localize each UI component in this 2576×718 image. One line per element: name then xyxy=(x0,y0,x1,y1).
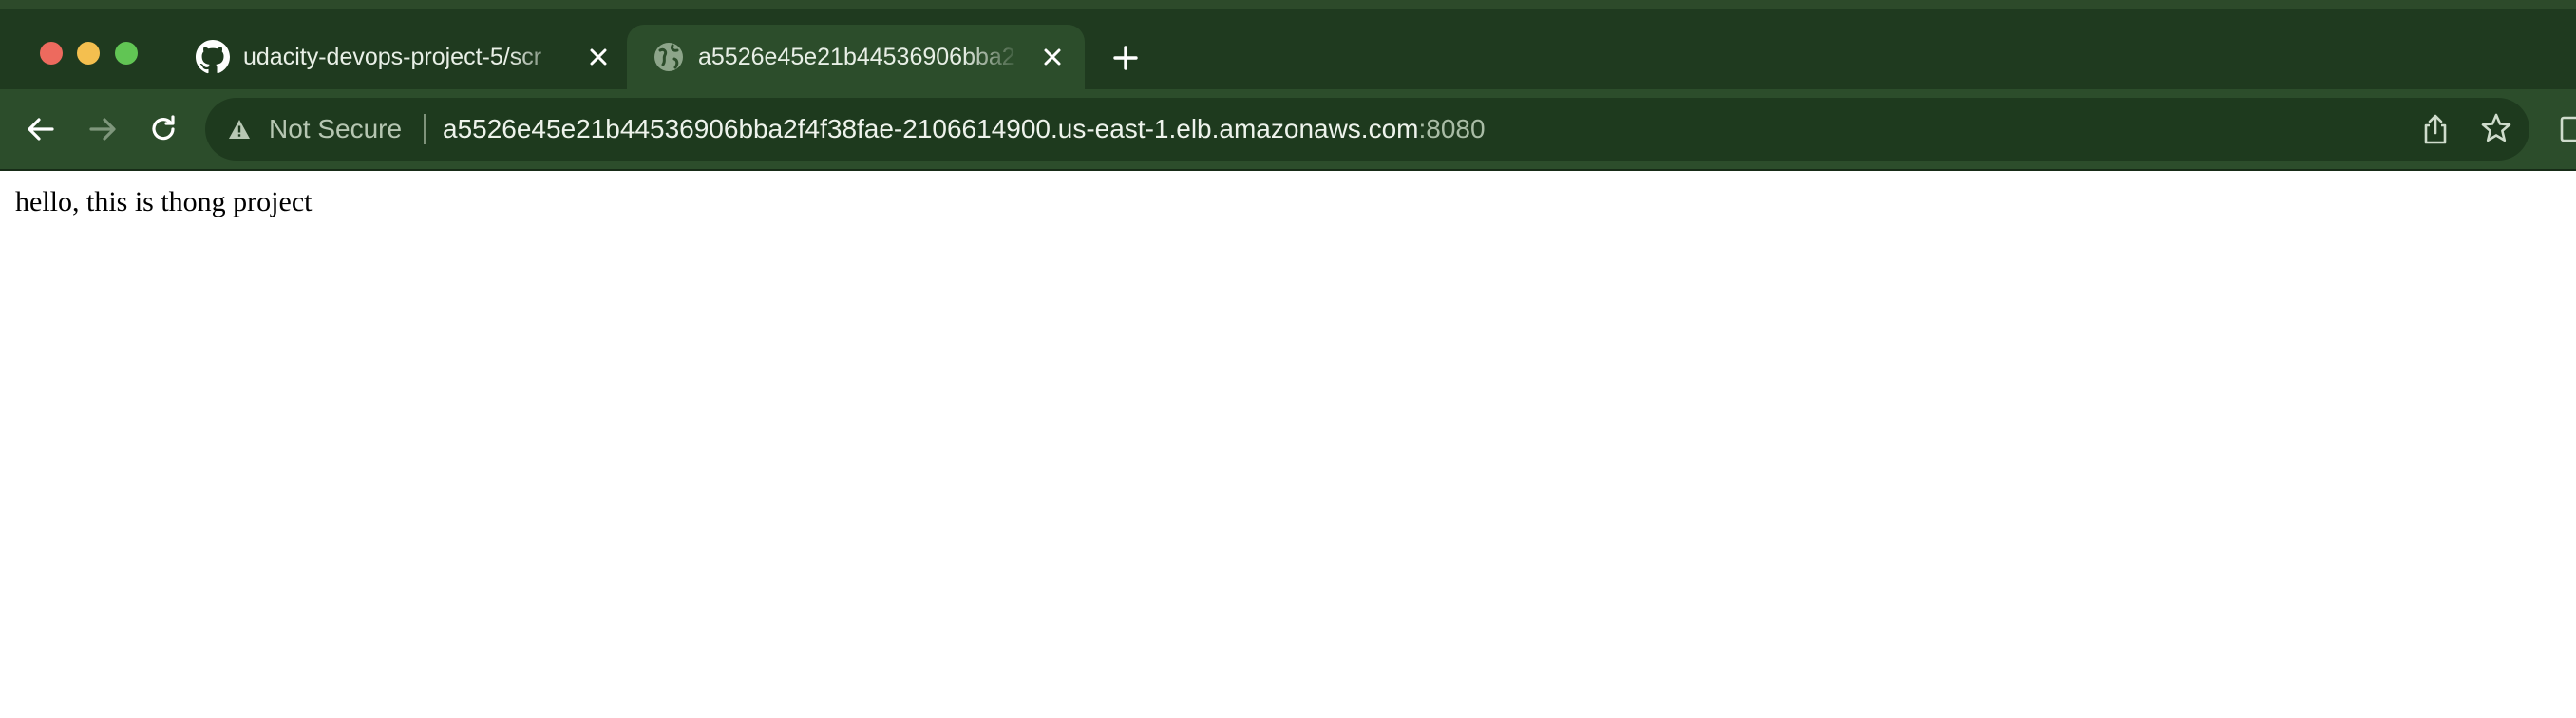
window-top-edge xyxy=(0,0,2576,9)
globe-icon xyxy=(654,43,683,71)
address-separator xyxy=(424,114,426,144)
maximize-window-button[interactable] xyxy=(115,42,138,65)
share-icon[interactable] xyxy=(2420,113,2451,145)
star-icon[interactable] xyxy=(2480,112,2512,144)
tab-title: a5526e45e21b44536906bba2 xyxy=(698,44,1015,70)
tab-github[interactable]: udacity-devops-project-5/scr xyxy=(196,25,619,89)
reload-icon[interactable] xyxy=(147,113,180,145)
close-icon[interactable] xyxy=(585,44,612,70)
close-window-button[interactable] xyxy=(40,42,63,65)
side-panel-icon[interactable] xyxy=(2559,114,2576,144)
security-label[interactable]: Not Secure xyxy=(269,106,402,152)
browser-chrome: udacity-devops-project-5/scr a5526e45e21… xyxy=(0,0,2576,171)
warning-icon[interactable] xyxy=(226,116,253,142)
toolbar-border xyxy=(0,169,2576,171)
url-text[interactable]: a5526e45e21b44536906bba2f4f38fae-2106614… xyxy=(443,106,1486,152)
close-icon[interactable] xyxy=(1039,44,1066,70)
url-host: a5526e45e21b44536906bba2f4f38fae-2106614… xyxy=(443,114,1419,143)
minimize-window-button[interactable] xyxy=(77,42,100,65)
page-body-text: hello, this is thong project xyxy=(15,186,313,217)
forward-arrow-icon[interactable] xyxy=(86,113,119,145)
tab-active-site[interactable]: a5526e45e21b44536906bba2 xyxy=(627,25,1085,89)
new-tab-icon[interactable] xyxy=(1111,44,1140,72)
back-arrow-icon[interactable] xyxy=(25,113,57,145)
url-port: :8080 xyxy=(1418,114,1486,143)
tab-title: udacity-devops-project-5/scr xyxy=(243,44,542,70)
github-icon xyxy=(196,40,230,74)
